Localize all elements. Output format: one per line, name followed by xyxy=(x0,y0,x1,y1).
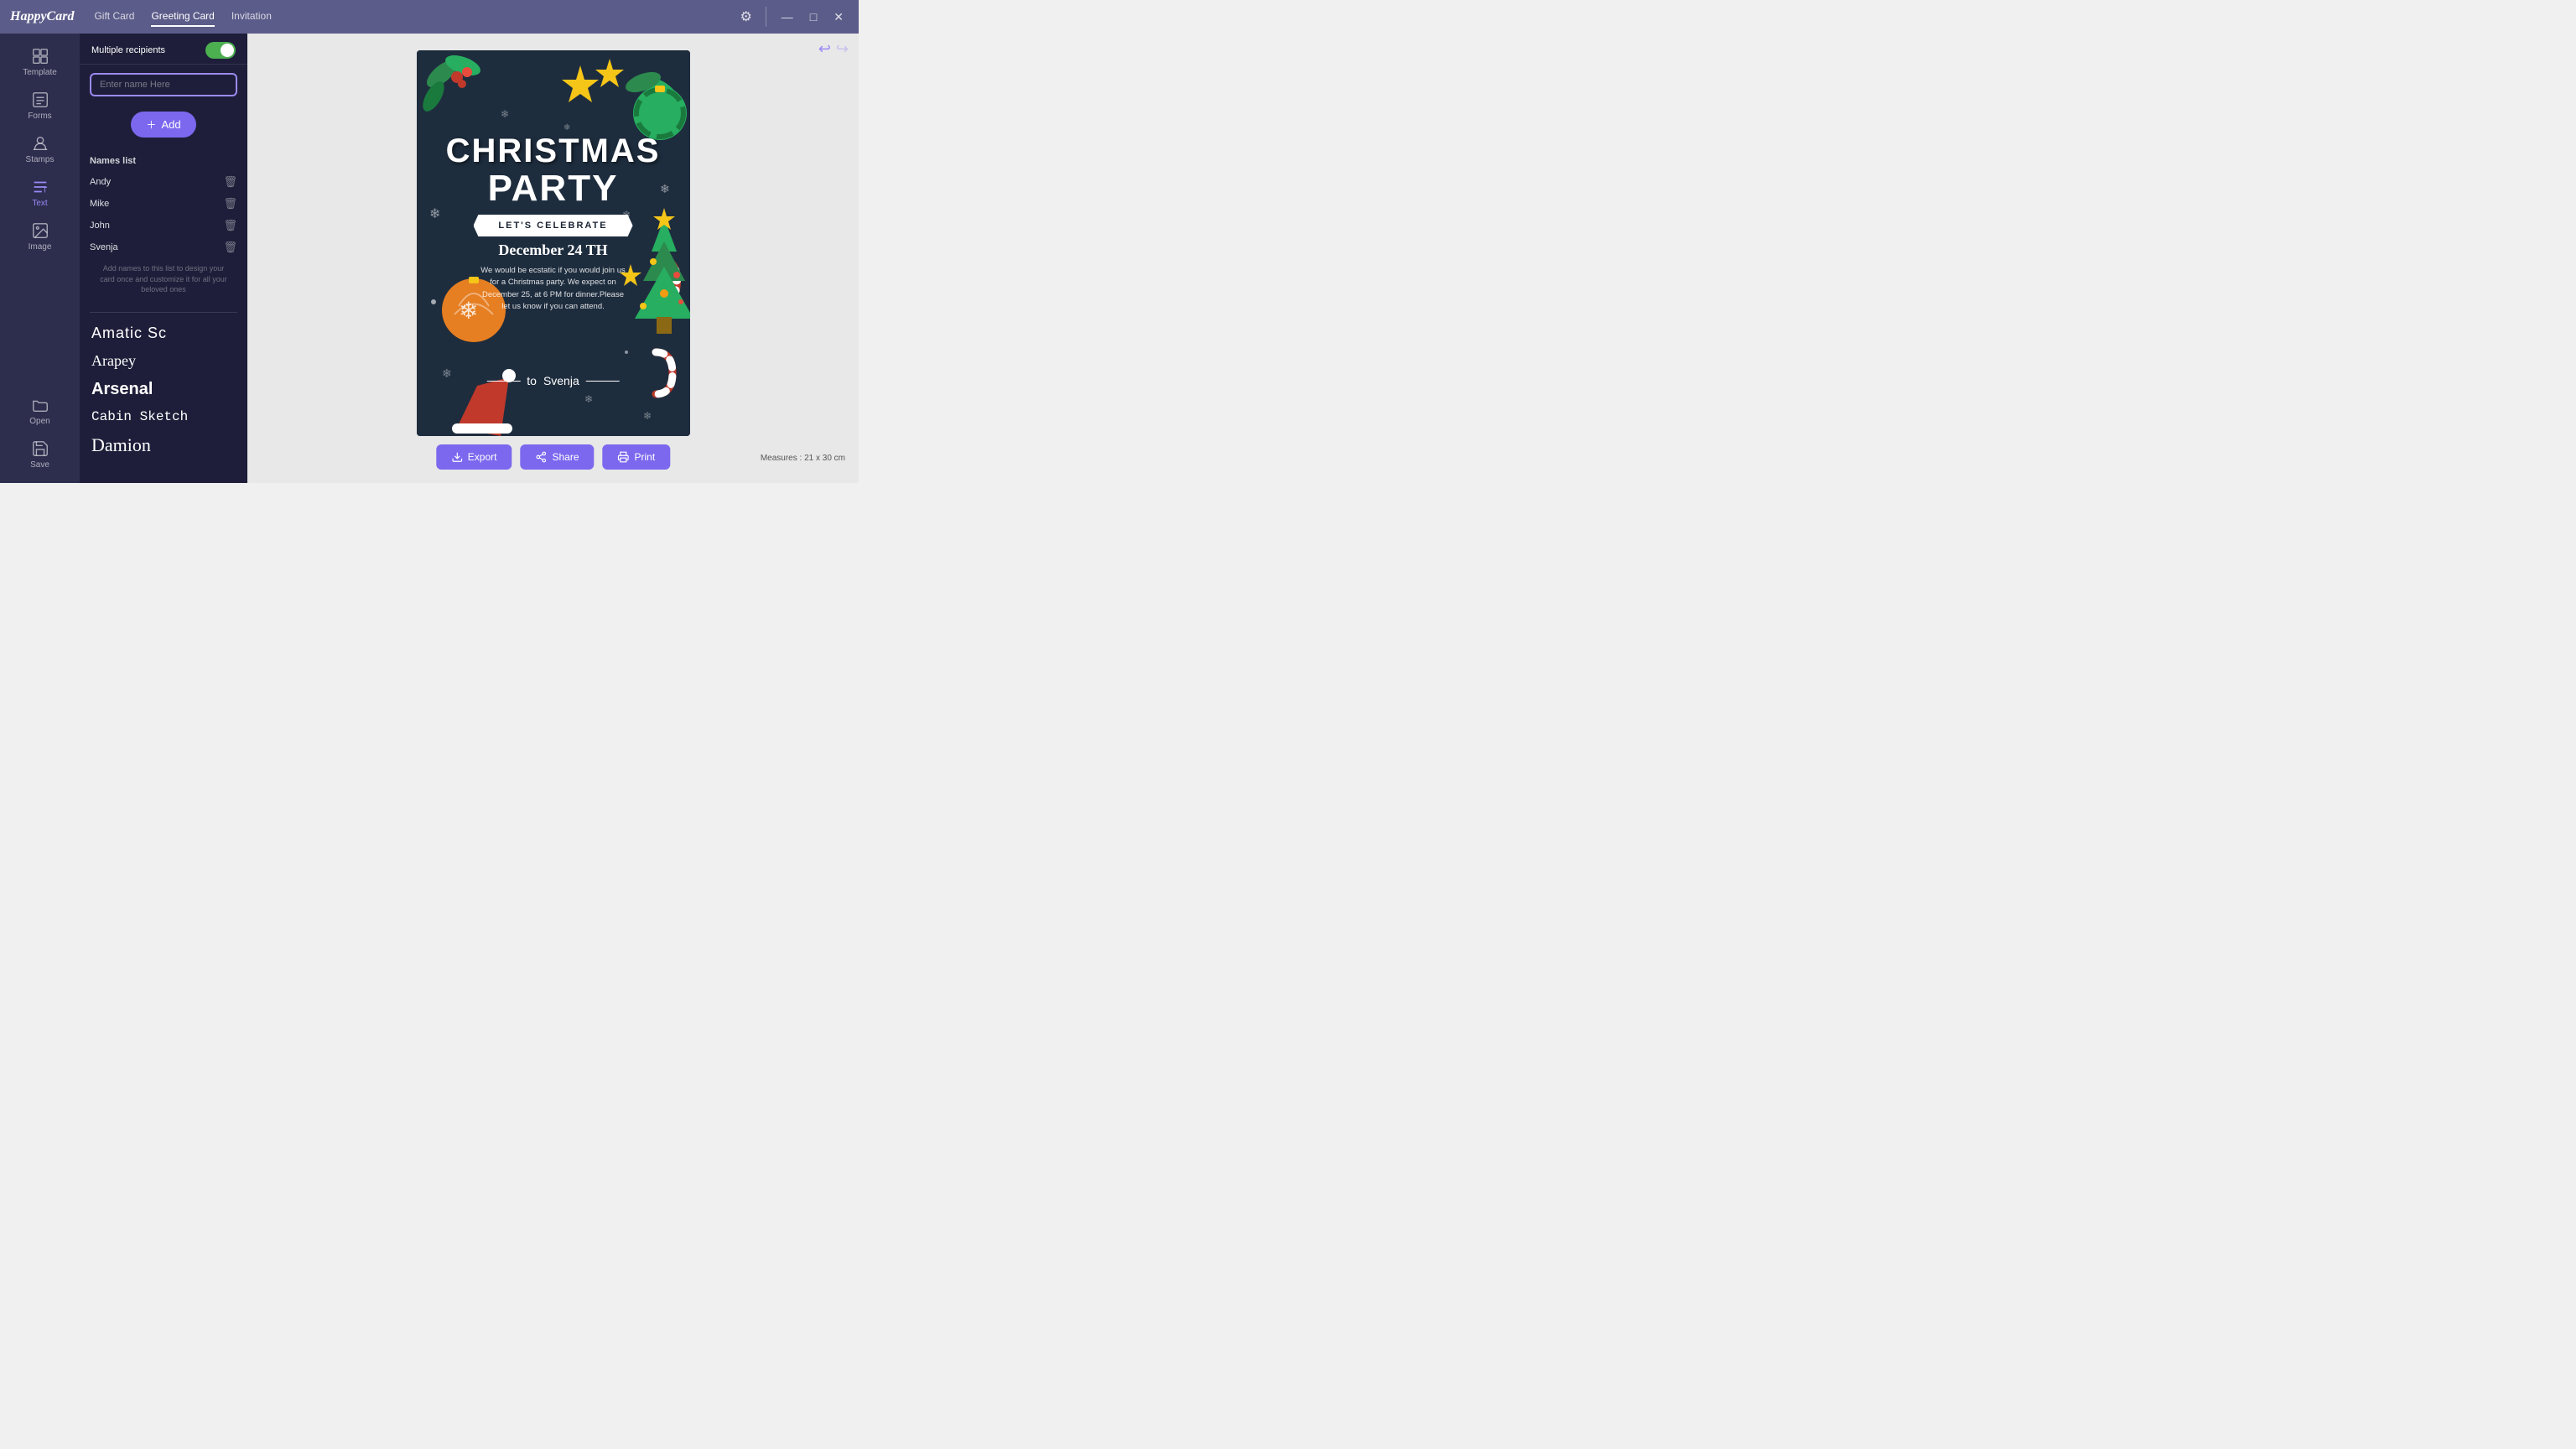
nav-invitation[interactable]: Invitation xyxy=(231,7,272,27)
topbar: HappyCard Gift Card Greeting Card Invita… xyxy=(0,0,859,34)
card[interactable]: ❄ ❄ ❄ ❄ ❄ ❄ ❄ ❄ xyxy=(417,50,690,436)
card-title-party: PARTY xyxy=(488,168,619,210)
print-label: Print xyxy=(635,451,656,463)
sidebar-item-forms[interactable]: Forms xyxy=(0,84,80,127)
name-mike: Mike xyxy=(90,199,109,209)
name-input[interactable] xyxy=(90,73,237,96)
print-icon xyxy=(618,451,630,463)
names-list-title: Names list xyxy=(90,153,237,171)
font-amatic-sc[interactable]: Amatic Sc xyxy=(80,319,247,347)
name-row-mike: Mike 🗑 xyxy=(90,193,237,215)
name-row-svenja: Svenja 🗑 xyxy=(90,236,237,258)
name-john: John xyxy=(90,221,110,231)
delete-svenja[interactable]: 🗑 xyxy=(223,241,237,254)
add-button[interactable]: ＋ Add xyxy=(131,112,195,138)
sidebar-label-open: Open xyxy=(29,417,49,426)
left-sidebar: Template Forms Stamps T Text xyxy=(0,34,80,483)
sidebar-item-template[interactable]: Template xyxy=(0,40,80,84)
add-button-label: Add xyxy=(161,118,180,131)
sidebar-label-template: Template xyxy=(23,68,57,77)
measures: Measures : 21 x 30 cm xyxy=(761,454,845,463)
delete-john[interactable]: 🗑 xyxy=(223,219,237,232)
name-input-section xyxy=(80,65,247,105)
font-cabin-sketch[interactable]: Cabin Sketch xyxy=(80,404,247,429)
minimize-button[interactable]: — xyxy=(776,8,798,25)
measures-value: 21 x 30 cm xyxy=(804,454,845,463)
bottom-toolbar: Export Share Print xyxy=(436,444,670,470)
canvas-area: ↩ ↪ xyxy=(247,34,859,483)
name-row-andy: Andy 🗑 xyxy=(90,171,237,193)
card-body-text: We would be ecstatic if you would join u… xyxy=(478,265,629,313)
export-label: Export xyxy=(468,451,497,463)
names-hint: Add names to this list to design your ca… xyxy=(90,258,237,304)
sidebar-label-image: Image xyxy=(29,242,52,252)
name-andy: Andy xyxy=(90,177,111,187)
sidebar-label-save: Save xyxy=(30,460,49,470)
delete-andy[interactable]: 🗑 xyxy=(223,175,237,189)
print-button[interactable]: Print xyxy=(603,444,671,470)
sidebar-item-stamps[interactable]: Stamps xyxy=(0,127,80,171)
close-button[interactable]: ✕ xyxy=(828,8,849,26)
card-to: to Svenja xyxy=(486,374,620,387)
toggle-thumb xyxy=(221,44,234,57)
font-arapey[interactable]: Arapey xyxy=(80,347,247,375)
card-to-line-left xyxy=(486,381,520,382)
sidebar-label-forms: Forms xyxy=(28,112,51,121)
export-button[interactable]: Export xyxy=(436,444,512,470)
app-logo: HappyCard xyxy=(10,9,74,24)
font-damion[interactable]: Damion xyxy=(80,429,247,461)
card-to-line-right xyxy=(586,381,620,382)
font-list: Amatic Sc Arapey Arsenal Cabin Sketch Da… xyxy=(80,313,247,468)
settings-icon[interactable]: ⚙ xyxy=(736,5,755,29)
redo-button[interactable]: ↪ xyxy=(836,40,849,58)
card-to-name: Svenja xyxy=(543,374,579,387)
undo-redo: ↩ ↪ xyxy=(818,40,849,58)
undo-button[interactable]: ↩ xyxy=(818,40,831,58)
delete-mike[interactable]: 🗑 xyxy=(223,197,237,210)
nav-greetingcard[interactable]: Greeting Card xyxy=(151,7,214,27)
name-row-john: John 🗑 xyxy=(90,215,237,236)
sidebar-item-text[interactable]: T Text xyxy=(0,171,80,215)
panel-header: Multiple recipients xyxy=(80,34,247,65)
share-button[interactable]: Share xyxy=(520,444,594,470)
main-layout: Template Forms Stamps T Text xyxy=(0,34,859,483)
top-nav: Gift Card Greeting Card Invitation xyxy=(94,7,736,27)
sidebar-item-save[interactable]: Save xyxy=(0,433,80,476)
names-list-section: Names list Andy 🗑 Mike 🗑 John 🗑 Svenja 🗑… xyxy=(80,144,247,312)
nav-giftcard[interactable]: Gift Card xyxy=(94,7,134,27)
svg-text:T: T xyxy=(42,185,47,194)
sidebar-label-stamps: Stamps xyxy=(26,155,55,164)
add-button-wrap: ＋ Add xyxy=(80,105,247,144)
sidebar-label-text: Text xyxy=(32,199,47,208)
card-date: December 24 TH xyxy=(498,242,607,259)
card-banner: LET'S CELEBRATE xyxy=(473,215,632,236)
card-wrapper[interactable]: ❄ ❄ ❄ ❄ ❄ ❄ ❄ ❄ xyxy=(417,50,690,436)
share-label: Share xyxy=(552,451,579,463)
font-arsenal[interactable]: Arsenal xyxy=(80,375,247,404)
name-svenja: Svenja xyxy=(90,242,118,252)
topbar-actions: ⚙ — □ ✕ xyxy=(736,5,849,29)
sidebar-item-open[interactable]: Open xyxy=(0,389,80,433)
export-icon xyxy=(451,451,463,463)
multiple-recipients-toggle[interactable] xyxy=(205,42,236,59)
share-icon xyxy=(535,451,547,463)
multiple-recipients-label: Multiple recipients xyxy=(91,45,197,55)
add-icon: ＋ xyxy=(146,117,156,132)
card-to-label: to xyxy=(527,374,537,387)
card-title-christmas: CHRISTMAS xyxy=(446,132,661,170)
panel: Multiple recipients ＋ Add Names list And… xyxy=(80,34,247,483)
measures-label: Measures : xyxy=(761,454,802,463)
sidebar-item-image[interactable]: Image xyxy=(0,215,80,258)
maximize-button[interactable]: □ xyxy=(805,8,822,25)
